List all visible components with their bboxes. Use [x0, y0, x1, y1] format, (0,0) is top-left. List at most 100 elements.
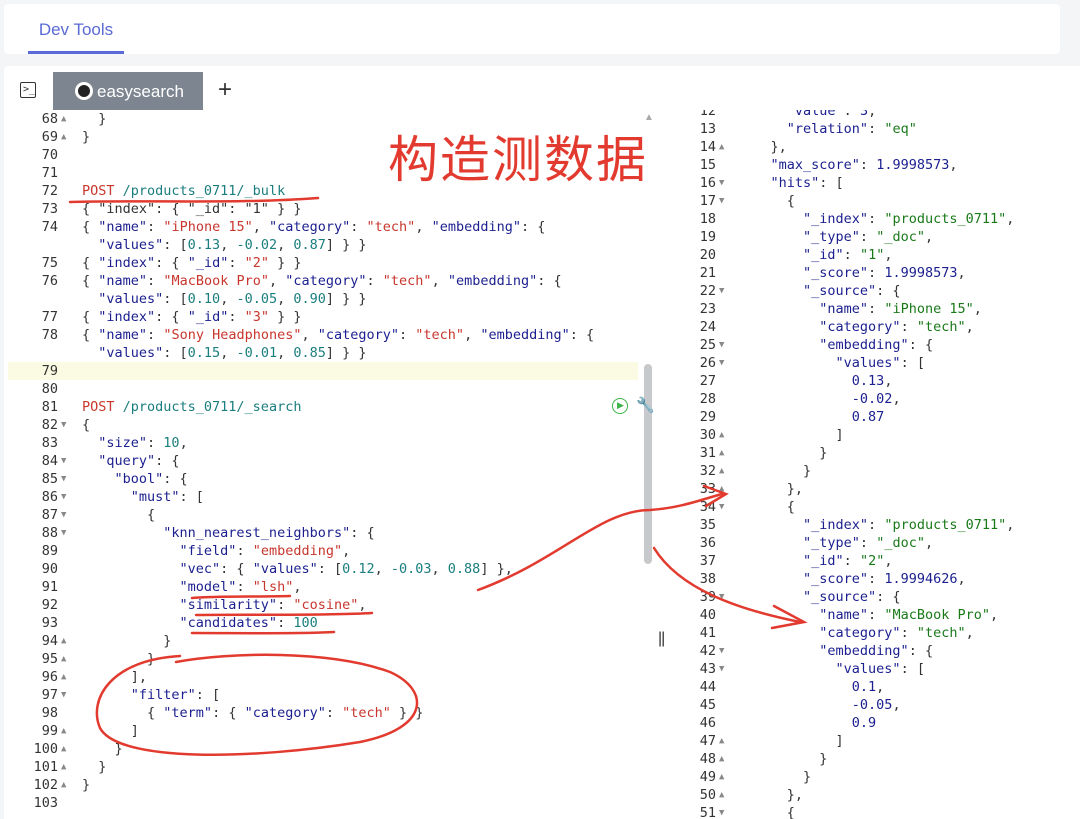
code-text: } [82, 633, 172, 649]
fold-toggle-icon[interactable]: ▼ [719, 354, 729, 372]
line-number: 18 [699, 211, 716, 227]
line-number: 23 [699, 301, 716, 317]
fold-toggle-icon[interactable]: ▼ [719, 336, 729, 354]
tab-dev-tools[interactable]: Dev Tools [28, 4, 124, 54]
code-text: }, [738, 481, 804, 497]
fold-toggle-icon[interactable]: ▲ [61, 776, 71, 794]
fold-toggle-icon[interactable]: ▲ [719, 426, 729, 444]
code-text: 0.1, [738, 679, 885, 695]
fold-toggle-icon[interactable]: ▼ [719, 282, 729, 300]
fold-toggle-icon[interactable]: ▲ [61, 632, 71, 650]
fold-toggle-icon[interactable]: ▲ [61, 740, 71, 758]
fold-toggle-icon[interactable]: ▲ [61, 668, 71, 686]
fold-toggle-icon[interactable]: ▼ [719, 804, 729, 819]
fold-toggle-icon[interactable]: ▲ [719, 462, 729, 480]
fold-toggle-icon[interactable]: ▼ [61, 506, 71, 524]
fold-toggle-icon[interactable]: ▲ [719, 786, 729, 804]
line-number: 91 [41, 579, 58, 595]
fold-toggle-icon[interactable]: ▲ [719, 444, 729, 462]
line-number: 37 [699, 553, 716, 569]
code-text: "candidates": 100 [82, 615, 318, 631]
run-request-icon[interactable]: ▶ [612, 398, 628, 414]
code-text: } [82, 777, 91, 793]
line-number: 92 [41, 597, 58, 613]
fold-toggle-icon[interactable]: ▼ [61, 524, 71, 542]
line-number: 31 [699, 445, 716, 461]
line-number: 73 [41, 201, 58, 217]
code-text: 0.9 [738, 715, 877, 731]
fold-toggle-icon[interactable]: ▼ [719, 192, 729, 210]
code-text: "max_score": 1.9998573, [738, 157, 958, 173]
line-number: 85 [41, 471, 58, 487]
code-text: } [738, 445, 828, 461]
line-number: 102 [33, 777, 58, 793]
line-number: 24 [699, 319, 716, 335]
line-number: 21 [699, 265, 716, 281]
fold-toggle-icon[interactable]: ▲ [61, 758, 71, 776]
code-text: } [738, 463, 812, 479]
console-icon[interactable]: >_ [20, 82, 36, 98]
code-text: 0.87 [738, 409, 885, 425]
line-number: 89 [41, 543, 58, 559]
fold-toggle-icon[interactable]: ▲ [61, 722, 71, 740]
code-text: -0.02, [738, 391, 901, 407]
fold-toggle-icon[interactable]: ▼ [61, 452, 71, 470]
fold-toggle-icon[interactable]: ▼ [719, 642, 729, 660]
fold-toggle-icon[interactable]: ▼ [61, 416, 71, 434]
fold-toggle-icon[interactable]: ▼ [61, 470, 71, 488]
code-text: "name": "iPhone 15", [738, 301, 982, 317]
fold-toggle-icon[interactable]: ▲ [719, 480, 729, 498]
code-text: }, [738, 139, 787, 155]
fold-toggle-icon[interactable]: ▲ [61, 128, 71, 146]
fold-toggle-icon[interactable]: ▲ [719, 750, 729, 768]
fold-toggle-icon[interactable]: ▼ [719, 174, 729, 192]
code-text: "category": "tech", [738, 319, 974, 335]
line-number: 29 [699, 409, 716, 425]
handwritten-annotation: 构造测数据 [388, 131, 648, 189]
editor-scrollbar[interactable] [644, 364, 652, 564]
line-number: 26 [699, 355, 716, 371]
line-number: 49 [699, 769, 716, 785]
add-tab-button[interactable]: + [218, 78, 232, 102]
fold-toggle-icon[interactable]: ▼ [719, 588, 729, 606]
fold-toggle-icon[interactable]: ▼ [719, 498, 729, 516]
line-number: 72 [41, 183, 58, 199]
line-number: 39 [699, 589, 716, 605]
code-text: { "name": "MacBook Pro", "category": "te… [82, 273, 562, 289]
line-number: 103 [33, 795, 58, 811]
code-text: "value": 3, [738, 110, 877, 119]
code-text: "field": "embedding", [82, 543, 351, 559]
fold-toggle-icon[interactable]: ▲ [719, 138, 729, 156]
line-number: 40 [699, 607, 716, 623]
response-viewer: 12 "value": 3, 13 "relation": "eq" 14 ▲ }, 1… [672, 110, 1080, 819]
fold-toggle-icon[interactable]: ▲ [61, 650, 71, 668]
code-text: "embedding": { [738, 643, 934, 659]
code-text: "embedding": { [738, 337, 934, 353]
line-number: 74 [41, 219, 58, 235]
line-number: 70 [41, 147, 58, 163]
code-text: "values": [0.10, -0.05, 0.90] } } [82, 291, 367, 307]
line-number: 38 [699, 571, 716, 587]
code-text: { "name": "iPhone 15", "category": "tech… [82, 219, 546, 235]
line-number: 27 [699, 373, 716, 389]
line-number: 35 [699, 517, 716, 533]
fold-toggle-icon[interactable]: ▼ [61, 686, 71, 704]
fold-toggle-icon[interactable]: ▲ [719, 732, 729, 750]
wrench-icon[interactable]: 🔧 [636, 396, 655, 414]
resize-handle[interactable]: || [658, 630, 665, 648]
line-number: 100 [33, 741, 58, 757]
connection-tab[interactable]: easysearch [53, 72, 203, 110]
code-text: } [82, 129, 91, 145]
line-number: 99 [41, 723, 58, 739]
fold-toggle-icon[interactable]: ▲ [719, 768, 729, 786]
code-text: POST /products_0711/_search [82, 399, 302, 415]
line-number: 86 [41, 489, 58, 505]
fold-toggle-icon[interactable]: ▼ [61, 488, 71, 506]
fold-toggle-icon[interactable]: ▲ [61, 110, 71, 128]
line-number: 19 [699, 229, 716, 245]
request-editor[interactable]: 68 ▲ } 69 ▲} 70 71 72 POST /products_0711/_bulk… [8, 110, 638, 819]
fold-toggle-icon[interactable]: ▼ [719, 660, 729, 678]
code-text: "relation": "eq" [738, 121, 917, 137]
code-text: { "index": { "_id": "2" } } [82, 255, 302, 271]
code-text: -0.05, [738, 697, 901, 713]
